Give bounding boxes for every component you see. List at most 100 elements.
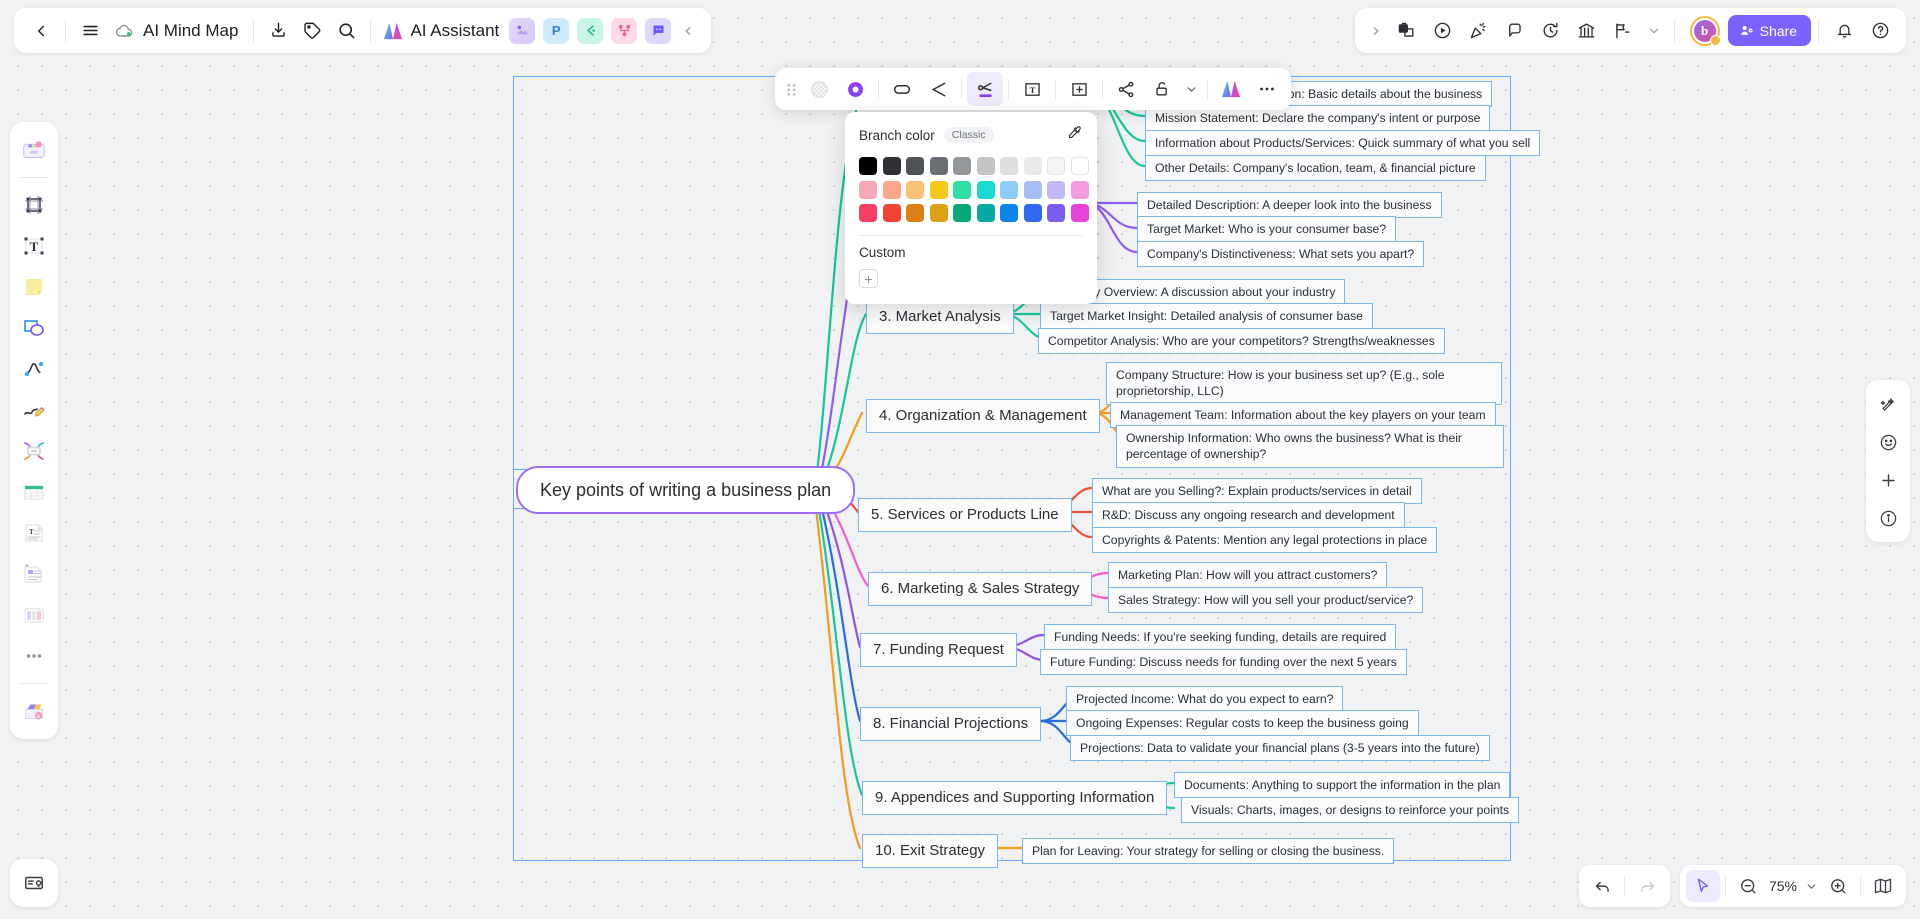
transparency-swatch-button[interactable] bbox=[801, 72, 837, 106]
mindmap-branch-node-10[interactable]: 10. Exit Strategy bbox=[862, 834, 999, 869]
eyedropper-icon[interactable] bbox=[1066, 124, 1083, 146]
add-node-button[interactable] bbox=[1061, 72, 1097, 106]
palette-name-chip[interactable]: Classic bbox=[943, 127, 994, 143]
color-swatch[interactable] bbox=[882, 157, 901, 175]
sidebar-item-notes[interactable] bbox=[10, 859, 58, 907]
color-swatch[interactable] bbox=[929, 157, 948, 175]
sidebar-item-shapes[interactable] bbox=[15, 309, 53, 347]
celebrate-icon[interactable] bbox=[1461, 14, 1497, 48]
undo-button[interactable] bbox=[1585, 870, 1619, 902]
color-swatch[interactable] bbox=[859, 180, 877, 199]
zoom-in-button[interactable] bbox=[1821, 870, 1855, 902]
mindmap-leaf-node[interactable]: Documents: Anything to support the infor… bbox=[1174, 772, 1511, 799]
fill-color-button[interactable] bbox=[837, 72, 873, 106]
info-circle-icon[interactable] bbox=[1871, 501, 1905, 535]
sidebar-item-pen[interactable] bbox=[15, 391, 53, 429]
branch-color-button[interactable] bbox=[967, 72, 1003, 106]
color-swatch[interactable] bbox=[859, 204, 877, 222]
zoom-out-button[interactable] bbox=[1731, 870, 1765, 902]
bank-template-icon[interactable] bbox=[1569, 14, 1605, 48]
sidebar-item-templates[interactable] bbox=[15, 131, 53, 169]
mindmap-branch-node-9[interactable]: 9. Appendices and Supporting Information bbox=[862, 781, 1168, 816]
color-swatch[interactable] bbox=[882, 204, 901, 222]
color-swatch[interactable] bbox=[906, 204, 924, 222]
mindmap-leaf-node[interactable]: Projections: Data to validate your finan… bbox=[1070, 735, 1490, 762]
drag-grip-icon[interactable] bbox=[781, 72, 801, 106]
color-swatch[interactable] bbox=[976, 180, 995, 199]
color-swatch[interactable] bbox=[906, 180, 924, 199]
back-button[interactable] bbox=[24, 14, 58, 48]
mindmap-leaf-node[interactable]: R&D: Discuss any ongoing research and de… bbox=[1092, 502, 1405, 529]
color-swatch[interactable] bbox=[929, 180, 948, 199]
mindmap-leaf-node[interactable]: Projected Income: What do you expect to … bbox=[1066, 686, 1344, 713]
emoji-reaction-icon[interactable] bbox=[1871, 425, 1905, 459]
mindmap-leaf-node[interactable]: Target Market Insight: Detailed analysis… bbox=[1040, 303, 1373, 330]
help-circle-icon[interactable] bbox=[1862, 14, 1898, 48]
color-swatch[interactable] bbox=[1047, 157, 1065, 175]
zoom-level-value[interactable]: 75% bbox=[1765, 878, 1801, 894]
sidebar-item-mindmap[interactable] bbox=[15, 432, 53, 470]
sidebar-item-sticky-note[interactable] bbox=[15, 268, 53, 306]
collapse-apps-button[interactable] bbox=[675, 14, 701, 48]
mindmap-leaf-node[interactable]: Target Market: Who is your consumer base… bbox=[1137, 216, 1397, 243]
color-swatch[interactable] bbox=[976, 204, 995, 222]
present-play-icon[interactable] bbox=[1425, 14, 1461, 48]
mindmap-root-node[interactable]: Key points of writing a business plan bbox=[516, 466, 856, 515]
mindmap-branch-node-6[interactable]: 6. Marketing & Sales Strategy bbox=[868, 572, 1093, 607]
mindmap-leaf-node[interactable]: Funding Needs: If you're seeking funding… bbox=[1044, 624, 1397, 651]
mindmap-leaf-node[interactable]: Other Details: Company's location, team,… bbox=[1145, 155, 1486, 182]
color-swatch[interactable] bbox=[953, 157, 971, 175]
color-swatch[interactable] bbox=[976, 157, 995, 175]
chevron-down-icon[interactable] bbox=[1641, 14, 1667, 48]
notification-bell-icon[interactable] bbox=[1826, 14, 1862, 48]
color-swatch[interactable] bbox=[906, 157, 924, 175]
color-swatch[interactable] bbox=[1070, 180, 1089, 199]
sidebar-item-frame[interactable] bbox=[15, 186, 53, 224]
color-swatch[interactable] bbox=[1023, 180, 1042, 199]
lock-dropdown-button[interactable] bbox=[1180, 72, 1202, 106]
sidebar-item-more[interactable] bbox=[15, 637, 53, 675]
color-swatch[interactable] bbox=[1000, 157, 1018, 175]
comment-app-chip[interactable] bbox=[645, 17, 672, 44]
hamburger-menu-icon[interactable] bbox=[73, 14, 107, 48]
mindmap-branch-node-7[interactable]: 7. Funding Request bbox=[860, 633, 1017, 668]
color-swatch[interactable] bbox=[882, 180, 901, 199]
comment-bubble-icon[interactable] bbox=[1497, 14, 1533, 48]
more-options-button[interactable] bbox=[1249, 72, 1285, 106]
mindmap-leaf-node[interactable]: Detailed Description: A deeper look into… bbox=[1137, 192, 1442, 219]
cursor-pointer-icon[interactable] bbox=[1686, 870, 1720, 902]
expand-toolbar-button[interactable] bbox=[1363, 14, 1389, 48]
sidebar-item-connector[interactable] bbox=[15, 350, 53, 388]
sidebar-item-assets[interactable]: b bbox=[15, 692, 53, 730]
mindmap-leaf-node[interactable]: Plan for Leaving: Your strategy for sell… bbox=[1022, 838, 1395, 865]
mindmap-leaf-node[interactable]: Copyrights & Patents: Mention any legal … bbox=[1092, 527, 1438, 554]
sidebar-item-table[interactable] bbox=[15, 473, 53, 511]
ai-button[interactable] bbox=[1213, 72, 1249, 106]
mindmap-leaf-node[interactable]: Visuals: Charts, images, or designs to r… bbox=[1181, 797, 1520, 824]
layout-button[interactable] bbox=[1108, 72, 1144, 106]
color-swatch[interactable] bbox=[929, 204, 948, 222]
text-style-button[interactable]: T bbox=[1014, 72, 1050, 106]
mindmap-leaf-node[interactable]: Company's Distinctiveness: What sets you… bbox=[1137, 241, 1425, 268]
tag-icon[interactable] bbox=[295, 14, 329, 48]
download-icon[interactable] bbox=[261, 14, 295, 48]
sidebar-item-kanban[interactable] bbox=[15, 596, 53, 634]
presentation-app-chip[interactable]: P bbox=[543, 17, 570, 44]
mindmap-leaf-node[interactable]: Information about Products/Services: Qui… bbox=[1145, 130, 1541, 157]
mindmap-branch-node-4[interactable]: 4. Organization & Management bbox=[866, 399, 1100, 434]
mindmap-branch-node-3[interactable]: 3. Market Analysis bbox=[866, 300, 1014, 335]
color-swatch[interactable] bbox=[1000, 204, 1018, 222]
flag-icon[interactable] bbox=[1605, 14, 1641, 48]
mindmap-leaf-node[interactable]: Ownership Information: Who owns the busi… bbox=[1116, 425, 1504, 468]
color-swatch[interactable] bbox=[953, 180, 971, 199]
history-clock-icon[interactable] bbox=[1533, 14, 1569, 48]
lock-button[interactable] bbox=[1144, 72, 1180, 106]
image-app-chip[interactable] bbox=[509, 17, 536, 44]
ai-slide-icon[interactable] bbox=[1389, 14, 1425, 48]
color-swatch[interactable] bbox=[953, 204, 971, 222]
color-swatch[interactable] bbox=[1047, 180, 1065, 199]
color-swatch[interactable] bbox=[1047, 204, 1065, 222]
add-custom-color-button[interactable]: + bbox=[859, 269, 878, 288]
tree-app-chip[interactable] bbox=[611, 17, 638, 44]
mindmap-leaf-node[interactable]: Competitor Analysis: Who are your compet… bbox=[1038, 328, 1445, 355]
